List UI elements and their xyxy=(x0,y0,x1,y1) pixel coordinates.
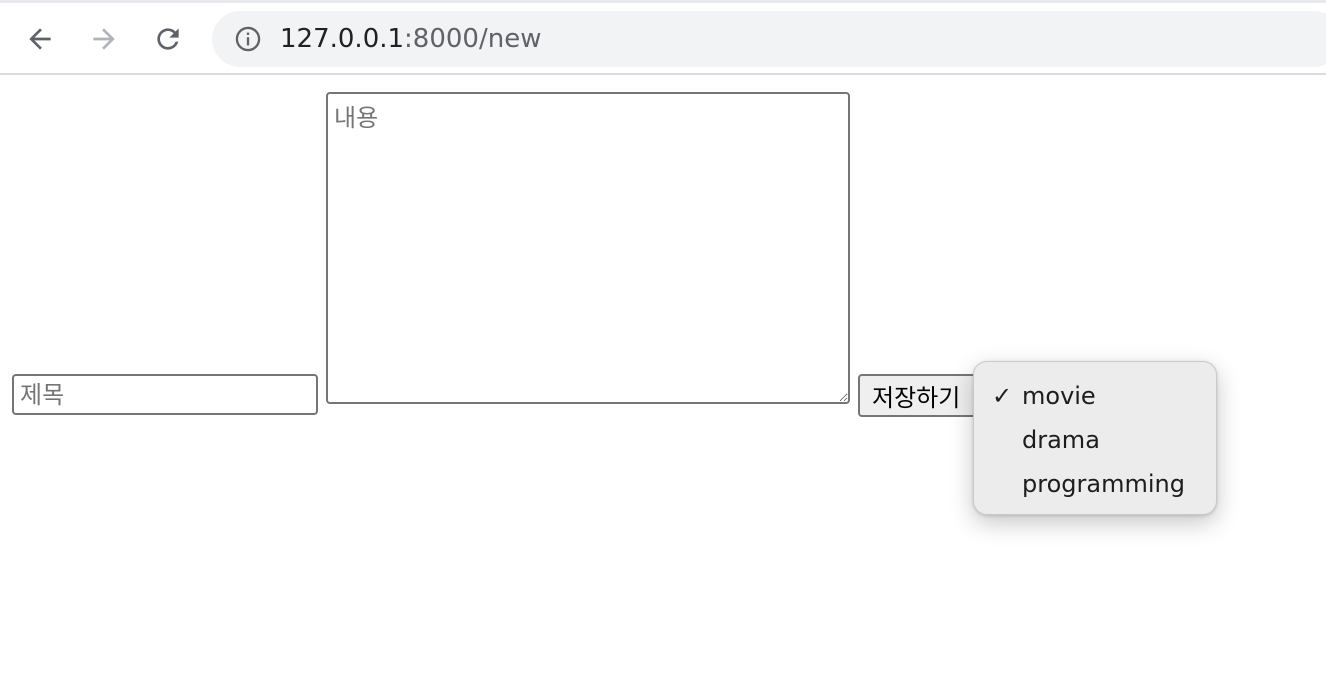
option-label: movie xyxy=(1022,382,1096,410)
back-arrow-icon xyxy=(29,28,51,50)
forward-arrow-icon xyxy=(93,28,115,50)
address-bar[interactable]: 127.0.0.1:8000/new xyxy=(212,11,1326,67)
reload-icon xyxy=(157,28,179,50)
title-input[interactable] xyxy=(12,374,318,415)
option-label: programming xyxy=(1022,470,1185,498)
checkmark-icon: ✓ xyxy=(992,382,1013,410)
option-label: drama xyxy=(1022,426,1100,454)
option-movie[interactable]: ✓ movie xyxy=(974,376,1216,420)
save-button[interactable]: 저장하기 xyxy=(858,374,982,417)
url-path: :8000/new xyxy=(404,24,542,54)
reload-button[interactable] xyxy=(148,19,188,59)
option-drama[interactable]: drama xyxy=(974,420,1216,464)
url-host: 127.0.0.1 xyxy=(280,24,405,54)
option-programming[interactable]: programming xyxy=(974,464,1216,508)
info-icon[interactable] xyxy=(234,25,262,53)
category-dropdown-menu: ✓ movie drama programming xyxy=(973,361,1217,515)
browser-toolbar: 127.0.0.1:8000/new xyxy=(0,0,1326,75)
url-text: 127.0.0.1:8000/new xyxy=(280,24,541,54)
back-button[interactable] xyxy=(20,19,60,59)
forward-button[interactable] xyxy=(84,19,124,59)
content-textarea[interactable] xyxy=(326,92,850,404)
